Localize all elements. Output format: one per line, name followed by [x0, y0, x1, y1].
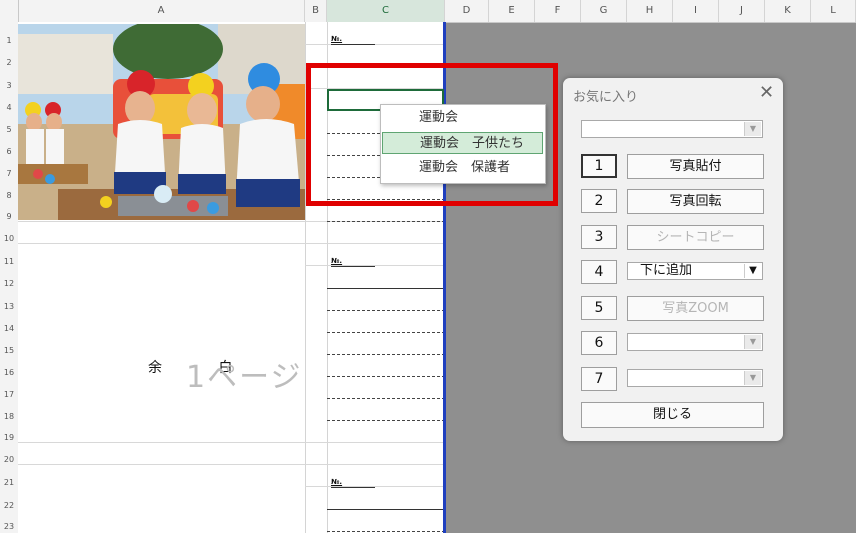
grid-line — [305, 44, 445, 45]
cell-rule — [327, 288, 445, 289]
close-icon[interactable]: ✕ — [759, 82, 774, 103]
grid-line — [18, 464, 445, 465]
row-header[interactable]: 15 — [0, 346, 18, 355]
grid-line — [18, 243, 445, 244]
select-all-corner[interactable] — [0, 0, 19, 22]
column-header-g[interactable]: G — [581, 0, 627, 22]
column-header-a[interactable]: A — [18, 0, 305, 22]
row-header[interactable]: 6 — [0, 147, 18, 156]
row-header[interactable]: 5 — [0, 125, 18, 134]
cell-rule — [327, 376, 445, 377]
cell-rule — [327, 398, 445, 399]
highlight-frame — [306, 63, 558, 206]
slot-6-button[interactable]: 6 — [581, 331, 617, 355]
column-header-k[interactable]: K — [765, 0, 811, 22]
row-header[interactable]: 11 — [0, 257, 18, 266]
column-header-c[interactable]: C — [327, 0, 445, 22]
slot-6-select[interactable]: ▼ — [627, 333, 763, 351]
slot-7-select[interactable]: ▼ — [627, 369, 763, 387]
row-header[interactable]: 19 — [0, 433, 18, 442]
record-number-underline — [331, 487, 375, 488]
dialog-title: お気に入り — [573, 90, 639, 105]
record-number-underline — [331, 266, 375, 267]
cell-rule — [327, 354, 445, 355]
row-header[interactable]: 18 — [0, 412, 18, 421]
row-header[interactable]: 8 — [0, 191, 18, 200]
photo-zoom-button[interactable]: 写真ZOOM — [627, 296, 764, 321]
add-below-select[interactable]: 下に追加 ▼ — [627, 262, 763, 280]
record-number-underline — [331, 44, 375, 45]
slot-4-button[interactable]: 4 — [581, 260, 617, 284]
row-header[interactable]: 17 — [0, 390, 18, 399]
row-header[interactable]: 7 — [0, 169, 18, 178]
chevron-down-icon[interactable]: ▼ — [744, 371, 761, 385]
row-header[interactable]: 9 — [0, 212, 18, 221]
favorites-dialog: お気に入り ✕ ▼ 1 写真貼付 2 写真回転 3 シートコピー 4 下に追加 … — [563, 78, 783, 441]
cell-rule — [327, 332, 445, 333]
grid-line — [18, 442, 445, 443]
row-header[interactable]: 21 — [0, 478, 18, 487]
slot-5-button[interactable]: 5 — [581, 296, 617, 320]
slot-7-button[interactable]: 7 — [581, 367, 617, 391]
chevron-down-icon[interactable]: ▼ — [744, 264, 761, 278]
rotate-photo-button[interactable]: 写真回転 — [627, 189, 764, 214]
row-header[interactable]: 13 — [0, 302, 18, 311]
row-header[interactable]: 16 — [0, 368, 18, 377]
slot-2-button[interactable]: 2 — [581, 189, 617, 213]
column-header-j[interactable]: J — [719, 0, 765, 22]
add-below-select-value: 下に追加 — [640, 263, 693, 278]
row-header[interactable]: 10 — [0, 234, 18, 243]
column-header-bar: A B C D E F G H I J K L — [0, 0, 856, 23]
copy-sheet-button[interactable]: シートコピー — [627, 225, 764, 250]
row-header[interactable]: 1 — [0, 36, 18, 45]
chevron-down-icon[interactable]: ▼ — [744, 122, 761, 136]
cell-rule — [327, 531, 445, 532]
slot-1-button[interactable]: 1 — [581, 154, 617, 178]
row-header[interactable]: 12 — [0, 279, 18, 288]
grid-line — [305, 265, 445, 266]
chevron-down-icon[interactable]: ▼ — [744, 335, 761, 349]
row-header[interactable]: 3 — [0, 81, 18, 90]
favorites-select[interactable]: ▼ — [581, 120, 763, 138]
column-header-e[interactable]: E — [489, 0, 535, 22]
cell-rule — [327, 310, 445, 311]
cell-rule — [327, 509, 445, 510]
column-header-l[interactable]: L — [811, 0, 856, 22]
slot-3-button[interactable]: 3 — [581, 225, 617, 249]
row-header[interactable]: 22 — [0, 501, 18, 510]
row-header-bar: 1 2 3 4 5 6 7 8 9 10 11 12 13 14 15 16 1… — [0, 22, 19, 533]
paste-photo-button[interactable]: 写真貼付 — [627, 154, 764, 179]
row-header[interactable]: 20 — [0, 455, 18, 464]
column-header-i[interactable]: I — [673, 0, 719, 22]
record-number-label: №. — [331, 257, 343, 265]
cell-rule — [327, 420, 445, 421]
column-header-h[interactable]: H — [627, 0, 673, 22]
row-header[interactable]: 2 — [0, 58, 18, 67]
sports-day-photo[interactable] — [18, 24, 305, 220]
column-header-f[interactable]: F — [535, 0, 581, 22]
grid-line — [305, 486, 445, 487]
row-header[interactable]: 23 — [0, 522, 18, 531]
record-number-label: №. — [331, 35, 343, 43]
page-watermark: 1ページ — [186, 360, 303, 395]
record-number-label: №. — [331, 478, 343, 486]
row-header[interactable]: 4 — [0, 103, 18, 112]
cell-rule — [327, 221, 445, 222]
column-header-b[interactable]: B — [305, 0, 327, 22]
row-header[interactable]: 14 — [0, 324, 18, 333]
close-button[interactable]: 閉じる — [581, 402, 764, 428]
column-header-d[interactable]: D — [445, 0, 489, 22]
